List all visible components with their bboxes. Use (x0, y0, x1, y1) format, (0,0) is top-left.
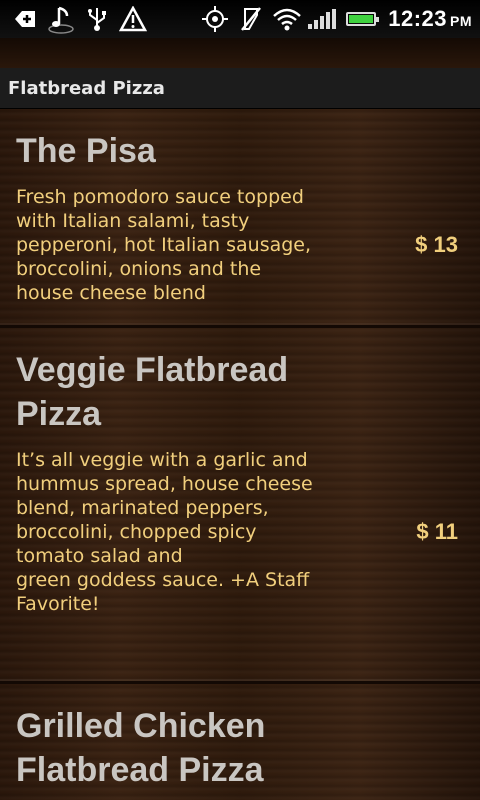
menu-item-price: $ 11 (416, 519, 458, 544)
signal-icon (308, 9, 338, 29)
menu-item[interactable]: Grilled Chicken Flatbread Pizza (0, 684, 480, 800)
vibrate-off-icon (236, 4, 266, 34)
menu-item-description: Fresh pomodoro sauce topped with Italian… (16, 186, 312, 304)
menu-list[interactable]: The Pisa Fresh pomodoro sauce topped wit… (0, 109, 480, 800)
menu-item-description: It’s all veggie with a garlic and hummus… (16, 449, 313, 615)
plus-notification-icon (10, 4, 40, 34)
title-bar: Flatbread Pizza (0, 68, 480, 109)
clock: 12:23 PM (388, 6, 472, 32)
menu-item-name: Veggie Flatbread Pizza (16, 351, 289, 433)
gps-icon (200, 4, 230, 34)
menu-item-name: The Pisa (16, 132, 156, 170)
clock-ampm: PM (450, 13, 472, 29)
battery-icon (346, 12, 380, 26)
menu-item-name: Grilled Chicken Flatbread Pizza (16, 707, 266, 789)
menu-item-price: $ 13 (415, 232, 458, 257)
app-screen: 12:23 PM Flatbread Pizza The Pisa Fresh p… (0, 0, 480, 800)
menu-item[interactable]: Veggie Flatbread Pizza It’s all veggie w… (0, 328, 480, 684)
clock-time: 12:23 (388, 6, 447, 31)
status-bar: 12:23 PM (0, 0, 480, 38)
warning-icon (118, 4, 148, 34)
wifi-icon (272, 4, 302, 34)
music-note-icon (46, 4, 76, 34)
menu-item[interactable]: The Pisa Fresh pomodoro sauce topped wit… (0, 109, 480, 328)
page-title: Flatbread Pizza (8, 77, 165, 99)
wood-banner (0, 38, 480, 68)
usb-icon (82, 4, 112, 34)
